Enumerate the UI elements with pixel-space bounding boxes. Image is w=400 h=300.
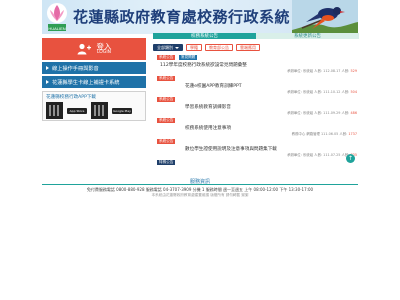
list-item[interactable]: 系統公告 學習系統教育訓練影音 承辦單位: 系統組 人數: 111.09.29 … <box>153 97 359 116</box>
view-count: 1737 <box>348 132 357 136</box>
list-item[interactable]: 系統公告 校務系統使用注意事項 教務中心 網路管理 111.06.05 人數: … <box>153 118 359 137</box>
announcement-meta: 承辦單位: 系統組 人數: 111.09.29 人數: <box>287 111 350 115</box>
app-download-panel: 花蓮縣校務行政APP下載 App Store Google Play <box>42 91 146 121</box>
qr-code-ios <box>46 102 63 119</box>
tag-badge: 常見問題 <box>179 55 198 60</box>
footer-copyright: 本系統由花蓮縣政府教育處建置維護 版權所有 請勿轉載 謝謝 <box>151 193 249 197</box>
sidebar: 登入 LOGIN 線上操作手冊與影音 花蓮縣學生卡線上補證卡系統 花蓮縣校務行政… <box>42 38 146 121</box>
list-item[interactable]: 系統公告 常見問題 112學年度校務行政系統欲設常見問題彙整 承辦單位: 系統組… <box>153 55 359 74</box>
arrow-up-icon: ↑ <box>347 155 354 162</box>
student-card-link[interactable]: 花蓮縣學生卡線上補證卡系統 <box>42 76 146 88</box>
view-count: 529 <box>350 69 357 73</box>
county-logo-icon: HUALIEN <box>47 3 67 31</box>
add-user-icon <box>77 43 91 55</box>
view-count: 504 <box>350 90 357 94</box>
announcement-meta: 教務中心 網路管理 111.06.05 人數: <box>291 132 348 136</box>
announcement-panel: 校務系統公告 系統更新公告 全部類別 學籍 教育部公告 雲端應用 系統公告 常見… <box>153 33 359 168</box>
category-badge: 系統公告 <box>157 97 176 102</box>
list-item[interactable]: 系統公告 數位學生證使用說明及注意事項與問題集下載 承辦單位: 系統組 人數: … <box>153 139 359 158</box>
announcement-title[interactable]: 112學年度校務行政系統欲設常見問題彙整 <box>160 62 247 68</box>
announcement-list: 系統公告 常見問題 112學年度校務行政系統欲設常見問題彙整 承辦單位: 系統組… <box>153 55 359 166</box>
announcement-title[interactable]: 學習系統教育訓練影音 <box>185 104 231 110</box>
view-count: 486 <box>350 111 357 115</box>
announcement-title[interactable]: 校務系統使用注意事項 <box>185 125 231 131</box>
category-badge: 系統公告 <box>157 55 176 60</box>
tab-school-announcements[interactable]: 校務系統公告 <box>153 33 256 39</box>
manual-link[interactable]: 線上操作手冊與影音 <box>42 62 146 74</box>
category-badge: 系統公告 <box>157 76 176 81</box>
google-play-button[interactable]: Google Play <box>112 108 132 114</box>
filter-enrollment[interactable]: 學籍 <box>186 44 202 51</box>
site-title: 花蓮縣政府教育處校務行政系統 <box>73 8 291 26</box>
list-item[interactable]: 系統公告 花蓮e校園APP教育訓練PPT 承辦單位: 系統組 人數: 111.1… <box>153 76 359 95</box>
category-badge: 系統公告 <box>157 118 176 123</box>
category-badge: 特殊公告 <box>157 160 176 165</box>
filter-ministry[interactable]: 教育部公告 <box>205 44 233 51</box>
login-sublabel: LOGIN <box>96 49 112 55</box>
header-banner: HUALIEN 花蓮縣政府教育處校務行政系統 <box>42 0 358 34</box>
footer-divider <box>42 184 358 185</box>
announcement-title[interactable]: 數位學生證使用說明及注意事項與問題集下載 <box>185 146 277 152</box>
qr-code-android <box>91 102 108 119</box>
svg-text:HUALIEN: HUALIEN <box>48 26 65 31</box>
announcement-meta: 承辦單位: 系統組 人數: 112.08.17 人數: <box>287 69 350 73</box>
announcement-title[interactable]: 花蓮e校園APP教育訓練PPT <box>185 83 242 89</box>
bird-illustration <box>292 0 358 34</box>
announcement-meta: 承辦單位: 系統組 人數: 111.07.25 人數: <box>287 153 350 157</box>
category-dropdown[interactable]: 全部類別 <box>153 44 183 51</box>
scroll-to-top-button[interactable]: ↑ <box>346 154 355 163</box>
announcement-meta: 承辦單位: 系統組 人數: 111.10.12 人數: <box>287 90 350 94</box>
list-item[interactable]: 特殊公告 <box>153 160 359 166</box>
app-store-button[interactable]: App Store <box>67 108 87 114</box>
login-button[interactable]: 登入 LOGIN <box>42 38 146 60</box>
category-badge: 系統公告 <box>157 139 176 144</box>
tab-system-updates[interactable]: 系統更新公告 <box>256 33 359 39</box>
filter-cloud[interactable]: 雲端應用 <box>236 44 260 51</box>
app-download-title: 花蓮縣校務行政APP下載 <box>46 95 97 100</box>
